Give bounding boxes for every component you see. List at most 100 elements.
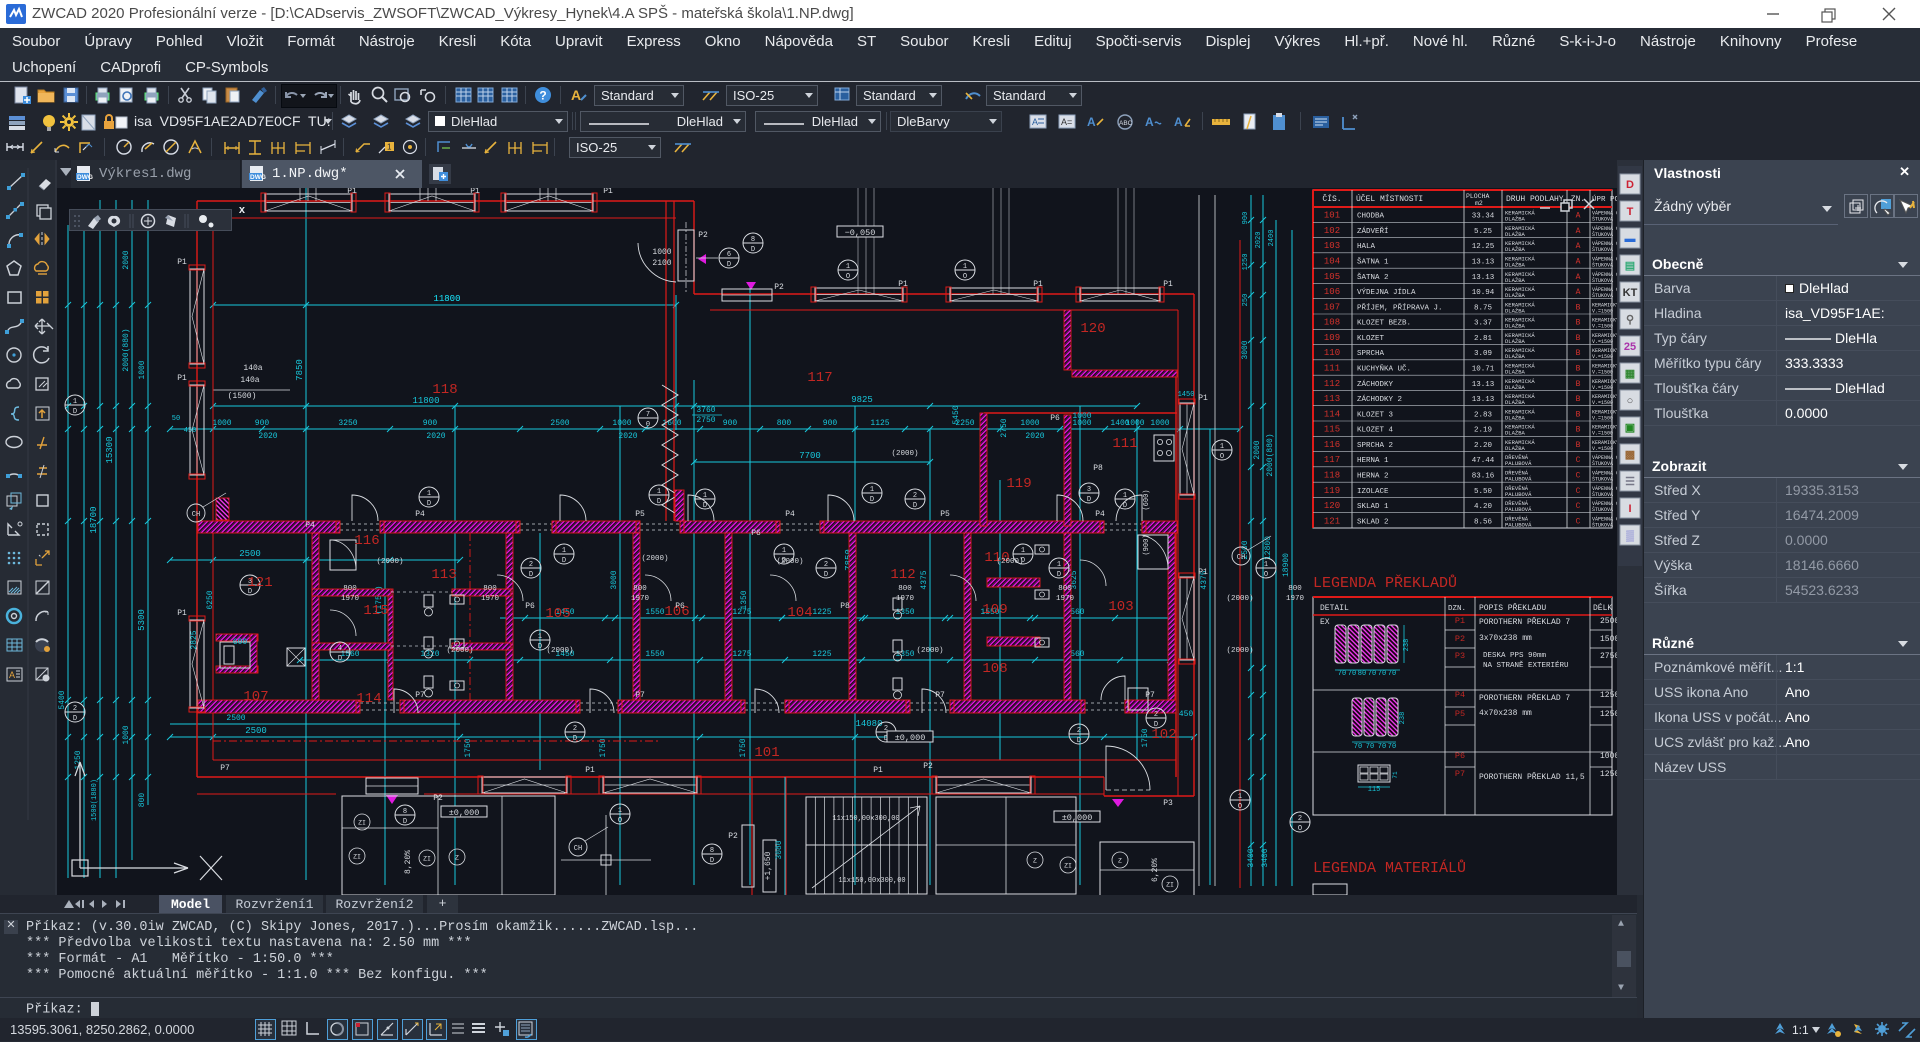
svg-text:DWG: DWG: [250, 174, 266, 181]
svg-text:KERAMICKÝ OBKL: KERAMICKÝ OBKL: [1592, 378, 1617, 385]
svg-text:D: D: [657, 498, 661, 506]
svg-text:☰: ☰: [1625, 476, 1635, 488]
svg-text:33.34: 33.34: [1472, 213, 1495, 221]
svg-text:P6: P6: [751, 529, 761, 538]
svg-text:8.56: 8.56: [1474, 518, 1493, 526]
svg-text:116: 116: [1324, 440, 1340, 450]
svg-text:2000(880): 2000(880): [1266, 433, 1275, 476]
svg-text:V.=1500: V.=1500: [1592, 431, 1613, 437]
svg-text:71: 71: [1392, 771, 1399, 779]
svg-text:ZI: ZI: [1166, 882, 1174, 889]
svg-text:ČÍS.: ČÍS.: [1322, 194, 1341, 204]
svg-text:P1: P1: [347, 188, 357, 196]
svg-text:1: 1: [1264, 561, 1268, 569]
svg-text:113: 113: [1324, 394, 1340, 404]
svg-text:1225: 1225: [812, 608, 831, 617]
svg-text:SKLAD 1: SKLAD 1: [1357, 503, 1389, 511]
svg-text:A: A: [1576, 258, 1581, 267]
svg-text:V.=1500: V.=1500: [1592, 446, 1613, 452]
svg-text:111: 111: [1324, 364, 1340, 374]
svg-text:A: A: [9, 670, 15, 680]
svg-text:1250: 1250: [1600, 710, 1617, 719]
svg-text:HERNA 2: HERNA 2: [1357, 473, 1389, 481]
svg-text:POROTHERN PŘEKLAD 7: POROTHERN PŘEKLAD 7: [1479, 694, 1570, 703]
svg-text:83.16: 83.16: [1472, 473, 1495, 481]
svg-text:900: 900: [723, 419, 738, 428]
svg-text:1970: 1970: [1056, 595, 1075, 603]
svg-text:KERAMICKÝ OBKL: KERAMICKÝ OBKL: [1592, 301, 1617, 308]
svg-text:ŠTUKOVÁ: ŠTUKOVÁ: [1592, 506, 1613, 513]
svg-text:3080: 3080: [775, 840, 784, 859]
svg-text:P7: P7: [1145, 691, 1155, 700]
svg-text:V.=1500: V.=1500: [1592, 339, 1613, 345]
svg-text:2.83: 2.83: [1474, 411, 1493, 419]
svg-text:(2000): (2000): [546, 647, 573, 655]
svg-text:T: T: [1627, 206, 1634, 218]
svg-text:4.20: 4.20: [1474, 503, 1493, 511]
svg-text:70: 70: [1354, 743, 1362, 751]
svg-text:ŠTUKOVÁ: ŠTUKOVÁ: [1592, 262, 1613, 269]
svg-text:107: 107: [243, 689, 268, 705]
svg-text:4375: 4375: [920, 570, 929, 589]
svg-text:1: 1: [703, 492, 707, 500]
svg-text:VÁPENNÁ OMÍTKA: VÁPENNÁ OMÍTKA: [1592, 256, 1617, 263]
svg-text:P1: P1: [470, 188, 480, 196]
svg-text:⚲: ⚲: [1626, 314, 1634, 326]
svg-text:118: 118: [1324, 471, 1340, 481]
svg-text:1275: 1275: [732, 650, 751, 659]
svg-text:KLOZET 4: KLOZET 4: [1357, 427, 1394, 435]
svg-text:P1: P1: [1198, 394, 1208, 403]
svg-text:VÁPENNÁ OMÍTKA: VÁPENNÁ OMÍTKA: [1592, 485, 1617, 492]
svg-text:13.13: 13.13: [1472, 381, 1495, 389]
svg-text:DLAŽBA: DLAŽBA: [1505, 414, 1526, 421]
svg-text:A: A: [1576, 288, 1581, 297]
svg-text:P1: P1: [177, 609, 187, 618]
svg-text:ABC: ABC: [1119, 120, 1133, 127]
svg-text:+1,650: +1,650: [764, 851, 773, 880]
svg-text:1000: 1000: [138, 360, 147, 379]
svg-text:106: 106: [1324, 287, 1340, 297]
svg-text:O: O: [1298, 825, 1302, 833]
svg-text:0: 0: [646, 421, 650, 429]
svg-text:104: 104: [787, 605, 812, 621]
svg-text:B: B: [1576, 334, 1581, 343]
svg-text:▤: ▤: [1625, 260, 1635, 272]
svg-text:DLAŽBA: DLAŽBA: [1505, 307, 1526, 314]
svg-text:▣: ▣: [1625, 422, 1635, 434]
svg-text:115: 115: [363, 603, 388, 619]
svg-text:ZI: ZI: [358, 820, 366, 827]
svg-text:120: 120: [1324, 501, 1340, 511]
svg-text:VÝDEJNA JÍDLA: VÝDEJNA JÍDLA: [1357, 288, 1416, 297]
svg-text:8: 8: [710, 847, 714, 855]
svg-text:13.13: 13.13: [1472, 259, 1495, 267]
svg-text:SKLAD 2: SKLAD 2: [1357, 518, 1389, 526]
svg-text:P7: P7: [935, 691, 945, 700]
svg-text:1000: 1000: [212, 419, 231, 428]
svg-text:VÁPENNÁ OMÍTKA: VÁPENNÁ OMÍTKA: [1592, 225, 1617, 232]
svg-text:POROTHERN PŘEKLAD 7: POROTHERN PŘEKLAD 7: [1479, 618, 1570, 627]
svg-text:(600): (600): [1143, 489, 1151, 510]
svg-text:1000: 1000: [652, 248, 671, 257]
svg-text:(2000): (2000): [996, 558, 1023, 566]
svg-text:1: 1: [1123, 492, 1127, 500]
svg-text:2: 2: [824, 561, 828, 569]
svg-text:1000: 1000: [1072, 412, 1091, 421]
svg-text:DLAŽBA: DLAŽBA: [1505, 216, 1526, 223]
svg-text:A: A: [1145, 115, 1154, 129]
svg-text:O: O: [1264, 571, 1268, 579]
svg-text:IZOLACE: IZOLACE: [1357, 488, 1389, 496]
svg-text:1250: 1250: [1600, 691, 1617, 700]
svg-text:P8: P8: [1093, 464, 1103, 473]
svg-text:1500(1880): 1500(1880): [91, 779, 99, 821]
svg-text:DLAŽBA: DLAŽBA: [1505, 353, 1526, 360]
svg-text:P1: P1: [1198, 568, 1208, 577]
svg-text:1: 1: [1238, 793, 1242, 801]
svg-text:10.71: 10.71: [1472, 366, 1495, 374]
svg-text:P7: P7: [415, 691, 425, 700]
svg-text:70: 70: [1378, 743, 1386, 751]
svg-text:2750: 2750: [1600, 652, 1617, 661]
svg-text:109: 109: [982, 602, 1007, 618]
svg-text:PŘÍJEM, PŘÍPRAVA J.: PŘÍJEM, PŘÍPRAVA J.: [1357, 303, 1443, 312]
svg-text:3400: 3400: [1261, 848, 1270, 867]
svg-text:ŠTUKOVÁ: ŠTUKOVÁ: [1592, 476, 1613, 483]
